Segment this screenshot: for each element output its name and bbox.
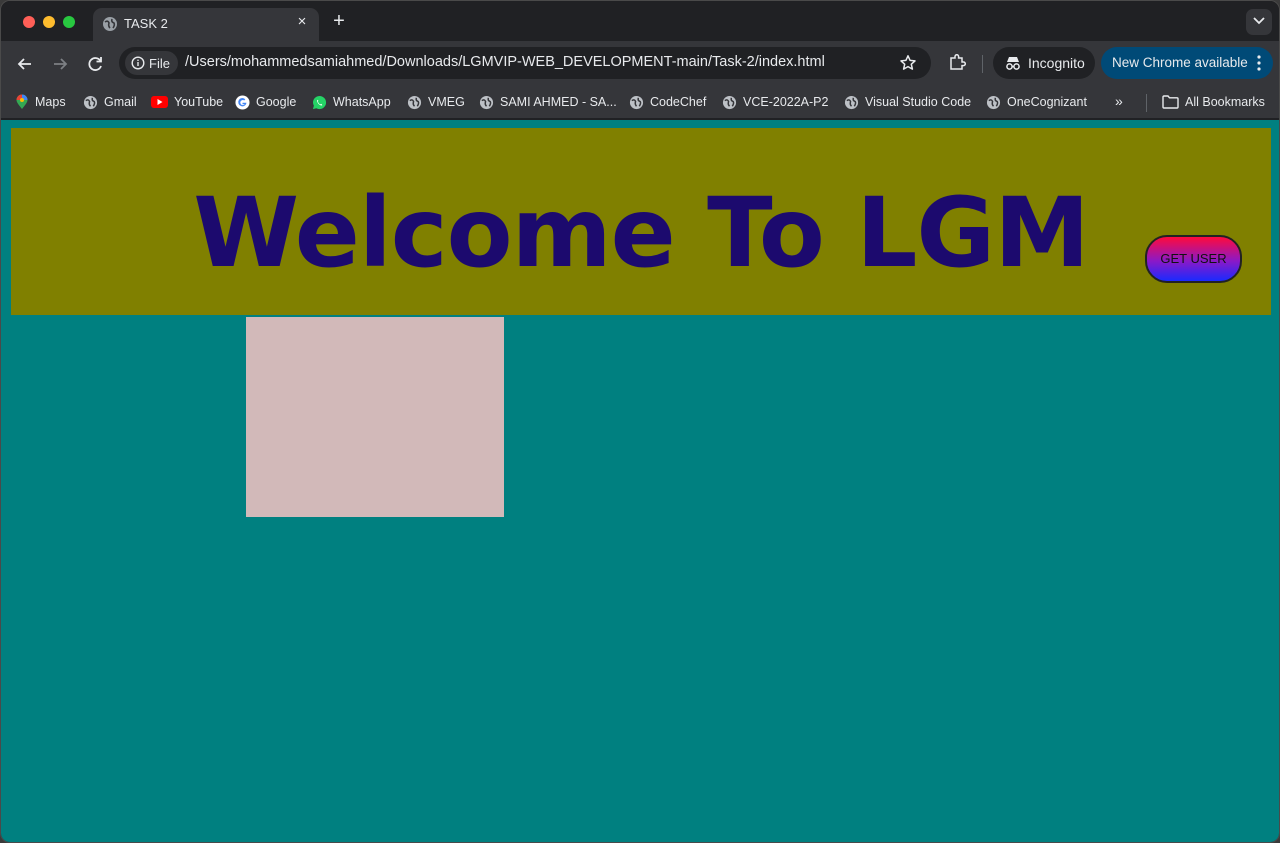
toolbar-divider bbox=[982, 55, 983, 73]
globe-icon bbox=[986, 95, 1001, 109]
get-user-button[interactable]: GET USER bbox=[1145, 235, 1242, 283]
forward-icon[interactable] bbox=[49, 53, 71, 75]
bookmarks-bar: Maps Gmail YouTube Google WhatsApp VMEG … bbox=[1, 86, 1279, 119]
incognito-icon bbox=[1006, 57, 1020, 70]
globe-icon bbox=[103, 17, 117, 31]
maps-icon bbox=[16, 94, 28, 109]
incognito-label: Incognito bbox=[1028, 55, 1085, 71]
bookmark-whatsapp[interactable]: WhatsApp bbox=[312, 92, 391, 112]
globe-icon bbox=[407, 95, 422, 109]
incognito-button[interactable]: Incognito bbox=[993, 47, 1095, 79]
all-bookmarks-button[interactable]: All Bookmarks bbox=[1162, 92, 1265, 112]
bookmark-label: WhatsApp bbox=[333, 95, 391, 109]
globe-icon bbox=[722, 95, 737, 109]
bookmark-vmeg[interactable]: VMEG bbox=[407, 92, 465, 112]
bookmark-vce-2022a-p2[interactable]: VCE-2022A-P2 bbox=[722, 92, 828, 112]
bookmark-gmail[interactable]: Gmail bbox=[83, 92, 137, 112]
update-label: New Chrome available bbox=[1112, 55, 1248, 70]
back-icon[interactable] bbox=[14, 53, 36, 75]
bookmark-label: CodeChef bbox=[650, 95, 707, 109]
page-title: Welcome To LGM bbox=[193, 177, 1090, 289]
bookmark-google[interactable]: Google bbox=[235, 92, 296, 112]
bookmark-youtube[interactable]: YouTube bbox=[151, 92, 223, 112]
bookmark-label: OneCognizant bbox=[1007, 95, 1087, 109]
info-icon bbox=[131, 56, 145, 70]
bookmark-visual-studio-code[interactable]: Visual Studio Code bbox=[844, 92, 971, 112]
globe-icon bbox=[844, 95, 859, 109]
tab-search-button[interactable] bbox=[1246, 9, 1272, 35]
maximize-window-button[interactable] bbox=[63, 16, 75, 28]
bookmark-label: Gmail bbox=[104, 95, 137, 109]
page-content: Welcome To LGM GET USER bbox=[1, 120, 1279, 842]
extensions-icon[interactable] bbox=[947, 53, 967, 73]
minimize-window-button[interactable] bbox=[43, 16, 55, 28]
bookmark-label: Google bbox=[256, 95, 297, 109]
new-chrome-available-button[interactable]: New Chrome available bbox=[1101, 47, 1273, 79]
bookmarks-divider bbox=[1146, 94, 1147, 112]
bookmark-codechef[interactable]: CodeChef bbox=[629, 92, 706, 112]
close-tab-icon[interactable]: × bbox=[293, 13, 311, 31]
user-card-container bbox=[246, 317, 504, 517]
browser-window: TASK 2 × + File /Users/mohammedsamiahmed… bbox=[0, 0, 1280, 843]
chevron-down-icon bbox=[1253, 17, 1265, 25]
bookmark-label: Visual Studio Code bbox=[865, 95, 972, 109]
all-bookmarks-label: All Bookmarks bbox=[1185, 95, 1265, 109]
google-icon bbox=[235, 94, 250, 110]
bookmark-star-icon[interactable] bbox=[899, 54, 917, 72]
bookmark-label: SAMI AHMED - SA... bbox=[500, 95, 617, 109]
tab-strip: TASK 2 × + bbox=[1, 1, 1279, 41]
more-bookmarks-button[interactable]: » bbox=[1115, 93, 1123, 109]
tab-title: TASK 2 bbox=[124, 16, 168, 31]
url-text[interactable]: /Users/mohammedsamiahmed/Downloads/LGMVI… bbox=[185, 54, 825, 70]
globe-icon bbox=[479, 95, 494, 109]
header-banner: Welcome To LGM GET USER bbox=[11, 128, 1271, 315]
site-info-chip[interactable]: File bbox=[125, 51, 178, 75]
bookmark-label: Maps bbox=[35, 95, 66, 109]
bookmark-maps[interactable]: Maps bbox=[15, 92, 66, 112]
whatsapp-icon bbox=[312, 95, 327, 109]
globe-icon bbox=[83, 95, 98, 109]
youtube-icon bbox=[151, 96, 168, 108]
bookmark-onecognizant[interactable]: OneCognizant bbox=[986, 92, 1087, 112]
bookmark-sami-ahmed[interactable]: SAMI AHMED - SA... bbox=[479, 92, 617, 112]
address-bar[interactable]: File /Users/mohammedsamiahmed/Downloads/… bbox=[119, 47, 931, 79]
kebab-menu-icon[interactable] bbox=[1257, 55, 1261, 71]
globe-icon bbox=[629, 95, 644, 109]
bookmark-label: VMEG bbox=[428, 95, 465, 109]
new-tab-button[interactable]: + bbox=[329, 10, 349, 32]
reload-icon[interactable] bbox=[84, 53, 106, 75]
bookmark-label: VCE-2022A-P2 bbox=[743, 95, 829, 109]
bookmark-label: YouTube bbox=[174, 95, 224, 109]
browser-toolbar: File /Users/mohammedsamiahmed/Downloads/… bbox=[1, 41, 1279, 86]
file-chip-label: File bbox=[149, 55, 170, 71]
close-window-button[interactable] bbox=[23, 16, 35, 28]
folder-icon bbox=[1162, 95, 1179, 109]
tab-task-2[interactable]: TASK 2 × bbox=[93, 8, 319, 41]
